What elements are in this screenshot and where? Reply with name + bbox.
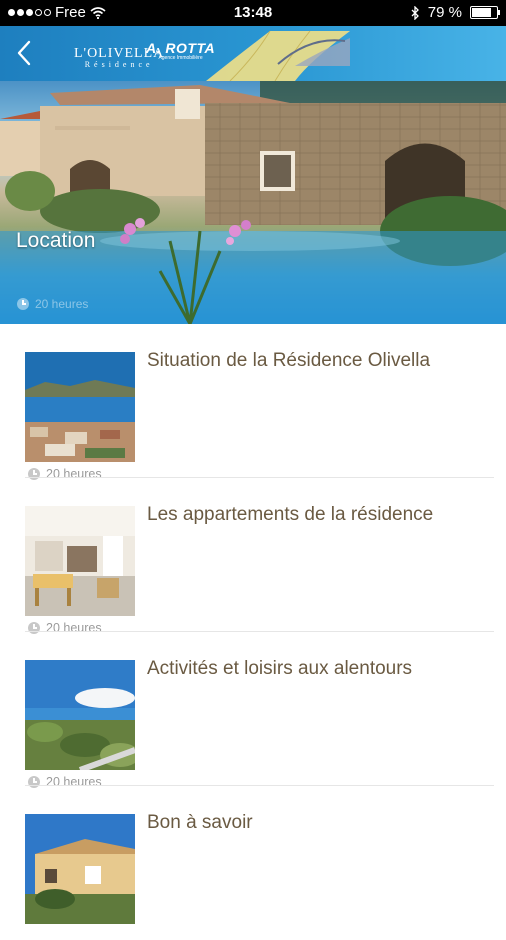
chevron-left-icon	[17, 40, 31, 66]
hero-meta: 20 heures	[17, 297, 88, 311]
article-thumbnail	[25, 506, 135, 616]
article-thumbnail	[25, 660, 135, 770]
list-item[interactable]: Activités et loisirs aux alentours 20 he…	[0, 632, 506, 789]
list-item[interactable]: Situation de la Résidence Olivella 20 he…	[0, 324, 506, 481]
article-thumbnail	[25, 814, 135, 924]
article-list: Situation de la Résidence Olivella 20 he…	[0, 324, 506, 940]
hero-meta-text: 20 heures	[35, 297, 89, 311]
status-bar: Free 13:48 79 %	[0, 0, 506, 26]
battery-level	[472, 8, 491, 17]
article-title: Situation de la Résidence Olivella	[147, 350, 431, 371]
battery-percent: 79 %	[427, 4, 462, 21]
article-title: Bon à savoir	[147, 812, 253, 833]
battery-icon	[470, 6, 500, 19]
hero-title: Location	[16, 229, 96, 252]
article-title: Les appartements de la résidence	[147, 504, 434, 525]
list-item[interactable]: Bon à savoir	[0, 786, 506, 940]
clock-icon	[17, 298, 29, 310]
bluetooth-icon	[411, 5, 419, 20]
hero-banner[interactable]: Location 20 heures	[0, 81, 506, 324]
olivella-logo-sub: Résidence	[84, 60, 154, 69]
article-thumbnail	[25, 352, 135, 462]
parasol-decoration	[206, 30, 350, 81]
list-item[interactable]: Les appartements de la résidence 20 heur…	[0, 478, 506, 635]
app-header: L'OLIVELLA Résidence A. ROTTA Agence Imm…	[0, 26, 506, 81]
status-right: 79 %	[411, 4, 500, 21]
residence-photo	[0, 81, 506, 324]
article-title: Activités et loisirs aux alentours	[147, 658, 413, 679]
back-button[interactable]	[6, 34, 42, 72]
